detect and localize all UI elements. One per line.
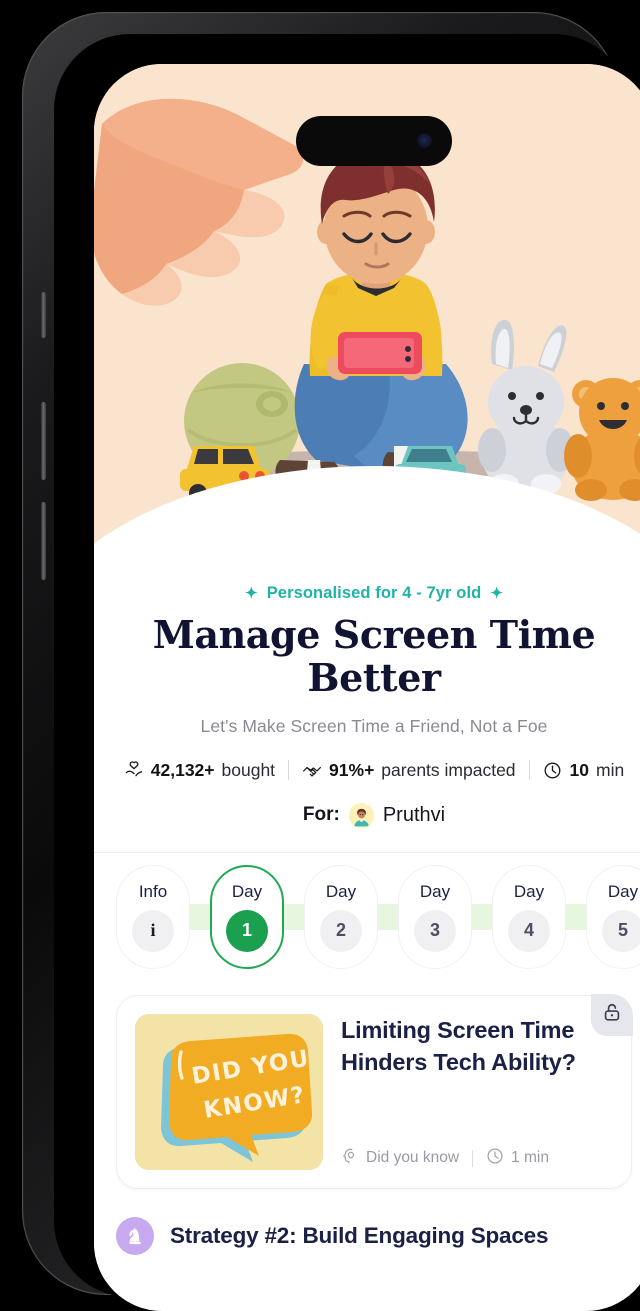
stepper-item-word: Day [325, 881, 357, 901]
for-row: For: Pruthvi [94, 802, 640, 828]
lesson-meta-duration-label: 1 min [511, 1149, 549, 1167]
stat-impacted: 91%+ parents impacted [302, 760, 516, 781]
personalised-label: Personalised for 4 - 7yr old [266, 584, 482, 602]
clock-icon [543, 760, 563, 780]
volume-down-button[interactable] [41, 502, 46, 580]
lesson-card[interactable]: DID YOU KNOW? Limiting Screen Time Hinde… [116, 993, 633, 1189]
stat-impacted-label: parents impacted [381, 759, 516, 780]
sparkle-right-icon: ✦ [490, 585, 503, 602]
stat-duration: 10 min [543, 759, 625, 781]
dynamic-island [296, 116, 452, 166]
lesson-meta-divider [472, 1149, 474, 1167]
content-sheet: ✦ Personalised for 4 - 7yr old ✦ Manage … [94, 564, 640, 1281]
strategy-row[interactable]: Strategy #2: Build Engaging Spaces [94, 1216, 640, 1281]
stepper-item-day-1[interactable]: Day 1 [210, 864, 284, 969]
stepper-item-word: Info [138, 881, 168, 901]
stat-bought-label: bought [221, 759, 276, 780]
lesson-meta-type-label: Did you know [366, 1149, 460, 1167]
head-idea-icon [341, 1147, 359, 1170]
strategy-label: Strategy #2: Build Engaging Spaces [170, 1222, 549, 1248]
day-stepper[interactable]: Info i Day 1 Day 2 Day 3 Day 4 Day 5 [94, 853, 640, 981]
stepper-item-badge: i [132, 909, 174, 952]
stat-duration-value: 10 [569, 759, 590, 780]
heart-in-hand-icon [124, 760, 144, 780]
clock-icon [486, 1147, 504, 1170]
for-name: Pruthvi [382, 803, 446, 826]
unlock-icon [601, 1001, 623, 1028]
avatar [348, 802, 374, 828]
stepper-item-info[interactable]: Info i [116, 864, 190, 969]
stepper-item-day-3[interactable]: Day 3 [398, 864, 472, 969]
stepper-item-day-2[interactable]: Day 2 [304, 864, 378, 969]
stat-bought-value: 42,132+ [150, 759, 215, 780]
for-label: For: [302, 804, 340, 826]
sparkle-left-icon: ✦ [245, 585, 258, 602]
stat-bought: 42,132+ bought [124, 760, 275, 781]
front-camera-icon [417, 133, 432, 149]
did-you-know-speech-bubble-icon: DID YOU KNOW? [135, 1013, 323, 1170]
chess-knight-icon [116, 1216, 154, 1255]
stat-duration-label: min [596, 759, 625, 780]
volume-up-button[interactable] [41, 402, 46, 480]
stepper-item-badge: 3 [414, 909, 456, 952]
stepper-item-day-5[interactable]: Day 5 [586, 864, 640, 969]
lesson-thumbnail: DID YOU KNOW? [135, 1013, 323, 1170]
lesson-body: Limiting Screen Time Hinders Tech Abilit… [341, 1014, 613, 1170]
lesson-meta: Did you know 1 min [341, 1147, 613, 1170]
lesson-title: Limiting Screen Time Hinders Tech Abilit… [341, 1016, 576, 1076]
stepper-item-word: Day [419, 881, 451, 901]
stepper-item-badge: 1 [226, 909, 268, 952]
stepper-item-word: Day [607, 881, 639, 901]
handshake-icon [302, 760, 322, 780]
lesson-card-wrapper: DID YOU KNOW? Limiting Screen Time Hinde… [94, 981, 640, 1189]
stats-row: 42,132+ bought 91%+ parents impacted 10 … [94, 760, 640, 781]
page-subtitle: Let's Make Screen Time a Friend, Not a F… [200, 715, 548, 736]
stepper-item-badge: 5 [602, 909, 640, 952]
stepper-item-word: Day [231, 881, 263, 901]
stepper-item-day-4[interactable]: Day 4 [492, 864, 566, 969]
page-title: Manage Screen Time Better [152, 612, 596, 701]
stepper-item-word: Day [513, 881, 545, 901]
stat-impacted-value: 91%+ [329, 759, 375, 780]
stepper-item-badge: 4 [508, 909, 550, 952]
phone-frame: ✦ Personalised for 4 - 7yr old ✦ Manage … [22, 12, 640, 1311]
stat-divider [288, 760, 290, 781]
unlock-badge[interactable] [591, 993, 633, 1036]
lesson-meta-type: Did you know [341, 1147, 459, 1170]
personalised-badge: ✦ Personalised for 4 - 7yr old ✦ [94, 570, 640, 603]
stat-divider [528, 760, 530, 781]
stepper-item-badge: 2 [320, 909, 362, 952]
action-button[interactable] [41, 292, 46, 338]
phone-screen: ✦ Personalised for 4 - 7yr old ✦ Manage … [94, 64, 640, 1311]
phone-bezel: ✦ Personalised for 4 - 7yr old ✦ Manage … [54, 34, 640, 1311]
lesson-meta-duration: 1 min [486, 1147, 549, 1170]
